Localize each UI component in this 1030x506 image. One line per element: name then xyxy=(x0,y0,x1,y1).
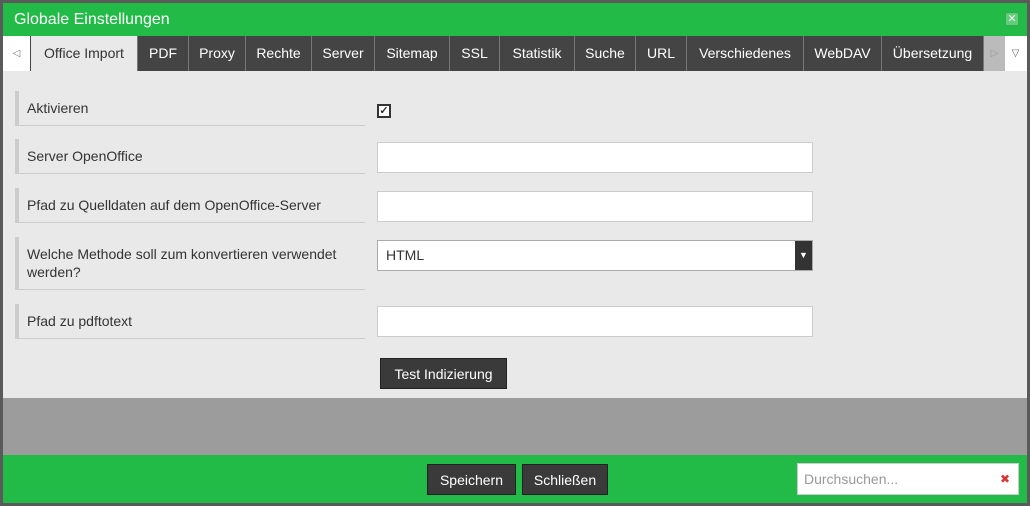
tab-webdav[interactable]: WebDAV xyxy=(804,36,882,71)
pdftotext-label: Pfad zu pdftotext xyxy=(15,304,365,339)
close-button[interactable]: Schließen xyxy=(522,464,608,495)
tab-scroll-right-icon[interactable]: ▷ xyxy=(984,36,1005,71)
aktivieren-checkbox[interactable]: ✓ xyxy=(377,104,391,118)
tab-office-import[interactable]: Office Import xyxy=(31,36,138,71)
search-placeholder: Durchsuchen... xyxy=(804,471,899,487)
settings-dialog: Globale Einstellungen ✕ ◁ Office Import … xyxy=(3,3,1027,503)
server-openoffice-input[interactable] xyxy=(377,142,813,173)
pfad-quelldaten-input[interactable] xyxy=(377,191,813,222)
pfad-quelldaten-label: Pfad zu Quelldaten auf dem OpenOffice-Se… xyxy=(15,188,365,223)
search-input[interactable]: Durchsuchen... ✖ xyxy=(797,463,1019,495)
tab-verschiedenes[interactable]: Verschiedenes xyxy=(687,36,804,71)
pdftotext-input[interactable] xyxy=(377,306,813,337)
tab-dropdown-icon[interactable]: ▽ xyxy=(1005,36,1026,71)
aktivieren-label: Aktivieren xyxy=(15,91,365,126)
tab-sitemap[interactable]: Sitemap xyxy=(375,36,450,71)
tab-url[interactable]: URL xyxy=(636,36,687,71)
close-icon[interactable]: ✕ xyxy=(1005,12,1019,26)
methode-select[interactable]: HTML ▼ xyxy=(377,240,813,271)
dialog-footer: Speichern Schließen Durchsuchen... ✖ xyxy=(3,455,1027,503)
clear-search-icon[interactable]: ✖ xyxy=(1000,464,1010,494)
tab-server[interactable]: Server xyxy=(312,36,375,71)
dialog-title-bar: Globale Einstellungen ✕ xyxy=(3,3,1027,36)
tab-pdf[interactable]: PDF xyxy=(138,36,189,71)
save-button[interactable]: Speichern xyxy=(427,464,516,495)
tab-scroll-left-icon[interactable]: ◁ xyxy=(3,36,31,71)
test-indizierung-button[interactable]: Test Indizierung xyxy=(380,358,507,389)
tab-statistik[interactable]: Statistik xyxy=(500,36,575,71)
chevron-down-icon[interactable]: ▼ xyxy=(795,241,812,270)
tab-rechte[interactable]: Rechte xyxy=(246,36,312,71)
methode-label: Welche Methode soll zum konvertieren ver… xyxy=(15,237,365,290)
content-background xyxy=(3,398,1027,455)
server-openoffice-label: Server OpenOffice xyxy=(15,139,365,174)
tab-proxy[interactable]: Proxy xyxy=(189,36,246,71)
methode-value: HTML xyxy=(386,247,425,263)
tab-uebersetzung[interactable]: Übersetzung xyxy=(882,36,984,71)
tab-bar: ◁ Office Import PDF Proxy Rechte Server … xyxy=(3,36,1027,71)
tab-ssl[interactable]: SSL xyxy=(450,36,500,71)
dialog-title: Globale Einstellungen xyxy=(14,11,170,28)
tab-suche[interactable]: Suche xyxy=(575,36,636,71)
